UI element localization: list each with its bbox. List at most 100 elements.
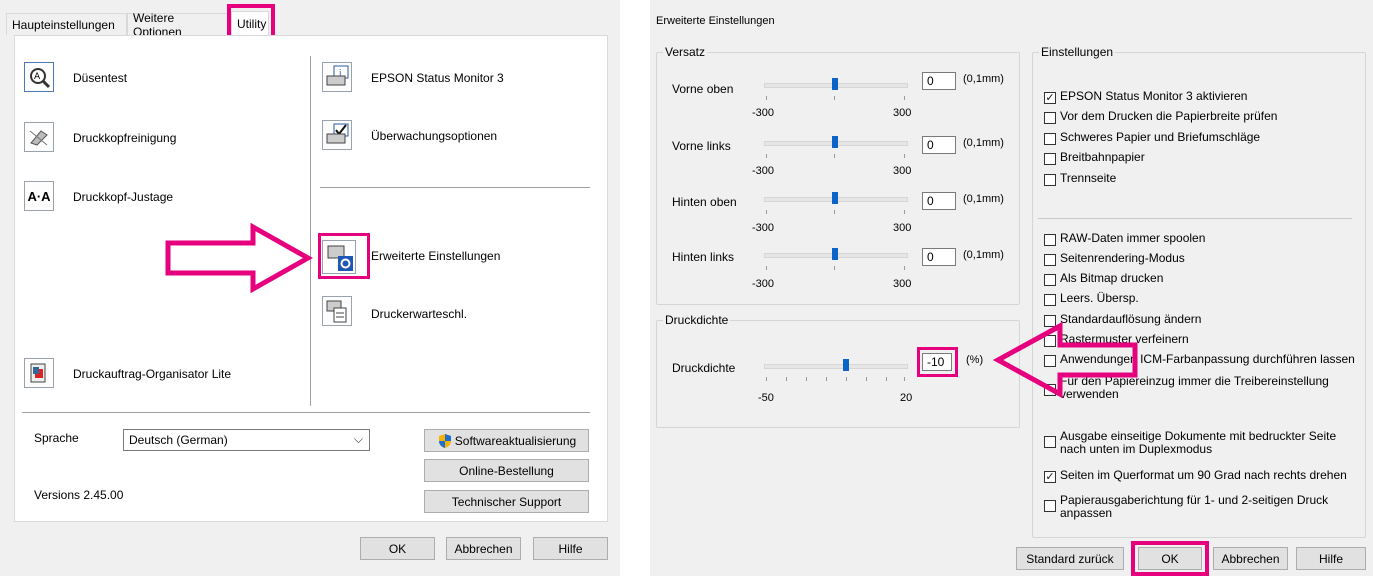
slider-tick — [904, 96, 905, 100]
slider-tick — [806, 377, 807, 381]
highlight-ok-button — [1131, 541, 1209, 576]
offset-input[interactable]: 0 — [922, 248, 956, 266]
svg-text:A: A — [34, 72, 41, 82]
print-queue-label[interactable]: Druckerwarteschl. — [371, 307, 467, 321]
tab-haupteinstellungen[interactable]: Haupteinstellungen — [6, 13, 127, 35]
monitoring-options-label[interactable]: Überwachungsoptionen — [371, 129, 497, 143]
software-update-button[interactable]: Softwareaktualisierung — [424, 429, 589, 452]
offset-input[interactable]: 0 — [922, 192, 956, 210]
slider-min: -300 — [752, 165, 775, 177]
head-alignment-icon[interactable]: A·A — [24, 181, 54, 211]
slider-tick — [766, 377, 767, 381]
checkbox-box[interactable] — [1044, 112, 1056, 124]
arrow-right-icon — [165, 223, 313, 293]
highlight-advanced-settings — [318, 233, 370, 279]
slider-tick — [904, 377, 905, 381]
left-ok-button[interactable]: OK — [360, 537, 435, 560]
right-help-button[interactable]: Hilfe — [1296, 547, 1366, 570]
checkbox-box[interactable] — [1044, 234, 1056, 246]
slider-min: -50 — [758, 392, 774, 404]
bottom-separator — [22, 412, 590, 413]
checkbox-box[interactable] — [1044, 254, 1056, 266]
offset-slider-thumb[interactable] — [832, 248, 838, 260]
checkbox-box[interactable] — [1044, 436, 1056, 448]
offset-input[interactable]: 0 — [922, 136, 956, 154]
job-organizer-label[interactable]: Druckauftrag-Organisator Lite — [73, 367, 231, 381]
version-text: Versions 2.45.00 — [34, 488, 124, 502]
tech-support-button[interactable]: Technischer Support — [424, 490, 589, 513]
checkbox-box[interactable] — [1044, 133, 1056, 145]
highlight-druckdichte-input — [917, 347, 958, 377]
online-order-button[interactable]: Online-Bestellung — [424, 459, 589, 482]
offset-slider-thumb[interactable] — [832, 78, 838, 90]
slider-tick — [766, 154, 767, 158]
language-select[interactable]: Deutsch (German) ⌵ — [123, 429, 370, 451]
slider-tick — [904, 266, 905, 270]
offset-label: Vorne links — [672, 139, 731, 153]
left-help-button[interactable]: Hilfe — [533, 537, 608, 560]
reset-defaults-button[interactable]: Standard zurück — [1016, 547, 1124, 570]
checkbox-box[interactable]: ✓ — [1044, 471, 1056, 483]
slider-min: -300 — [752, 278, 775, 290]
status-monitor-label[interactable]: EPSON Status Monitor 3 — [371, 71, 504, 85]
advanced-settings-title: Erweiterte Einstellungen — [656, 15, 775, 27]
language-label: Sprache — [34, 431, 79, 445]
checkbox-box[interactable]: ✓ — [1044, 92, 1056, 104]
checkbox-box[interactable] — [1044, 153, 1056, 165]
status-monitor-icon[interactable]: i — [322, 62, 352, 92]
right-column-separator — [320, 187, 590, 188]
slider-min: -300 — [752, 222, 775, 234]
slider-max: 300 — [893, 222, 912, 234]
offset-unit: (0,1mm) — [963, 193, 1004, 205]
slider-tick — [846, 377, 847, 381]
slider-tick — [826, 377, 827, 381]
left-cancel-button[interactable]: Abbrechen — [446, 537, 521, 560]
slider-max: 20 — [900, 392, 913, 404]
slider-tick — [786, 377, 787, 381]
nozzle-check-icon[interactable]: A — [24, 62, 54, 92]
tab-weitere-optionen[interactable]: Weitere Optionen — [127, 11, 230, 39]
language-select-value: Deutsch (German) — [129, 433, 228, 447]
offset-unit: (0,1mm) — [963, 137, 1004, 149]
slider-min: -300 — [752, 107, 775, 119]
slider-tick — [834, 96, 835, 100]
offset-input[interactable]: 0 — [922, 72, 956, 90]
settings-separator — [1038, 218, 1352, 219]
chevron-down-icon: ⌵ — [353, 432, 363, 446]
slider-tick — [834, 266, 835, 270]
slider-tick — [766, 266, 767, 270]
druckdichte-unit: (%) — [966, 354, 984, 366]
slider-max: 300 — [893, 165, 912, 177]
alignment-glyph: A·A — [27, 188, 51, 204]
monitoring-options-icon[interactable] — [322, 120, 352, 150]
druckdichte-slider-track[interactable] — [764, 364, 908, 369]
offset-unit: (0,1mm) — [963, 73, 1004, 85]
checkbox-box[interactable] — [1044, 294, 1056, 306]
offset-label: Hinten oben — [672, 195, 737, 209]
checkbox-box[interactable] — [1044, 500, 1056, 512]
offset-label: Vorne oben — [672, 82, 734, 96]
nozzle-check-label[interactable]: Düsentest — [73, 71, 127, 85]
right-cancel-button[interactable]: Abbrechen — [1213, 547, 1288, 570]
head-cleaning-icon[interactable] — [24, 122, 54, 152]
head-cleaning-label[interactable]: Druckkopfreinigung — [73, 131, 176, 145]
arrow-left-icon — [992, 321, 1138, 399]
svg-text:i: i — [339, 69, 342, 79]
druckdichte-title: Druckdichte — [663, 313, 731, 327]
slider-tick — [866, 377, 867, 381]
head-alignment-label[interactable]: Druckkopf-Justage — [73, 190, 173, 204]
checkbox-box[interactable] — [1044, 174, 1056, 186]
einstellungen-title: Einstellungen — [1039, 45, 1116, 59]
print-queue-icon[interactable] — [322, 296, 352, 326]
slider-tick — [766, 96, 767, 100]
slider-tick — [886, 377, 887, 381]
druckdichte-label: Druckdichte — [672, 361, 736, 375]
job-organizer-icon[interactable] — [24, 358, 54, 388]
offset-slider-thumb[interactable] — [832, 136, 838, 148]
slider-max: 300 — [893, 107, 912, 119]
advanced-settings-label[interactable]: Erweiterte Einstellungen — [371, 249, 500, 263]
checkbox-box[interactable] — [1044, 274, 1056, 286]
offset-slider-thumb[interactable] — [832, 192, 838, 204]
slider-max: 300 — [893, 278, 912, 290]
druckdichte-slider-thumb[interactable] — [843, 359, 849, 371]
